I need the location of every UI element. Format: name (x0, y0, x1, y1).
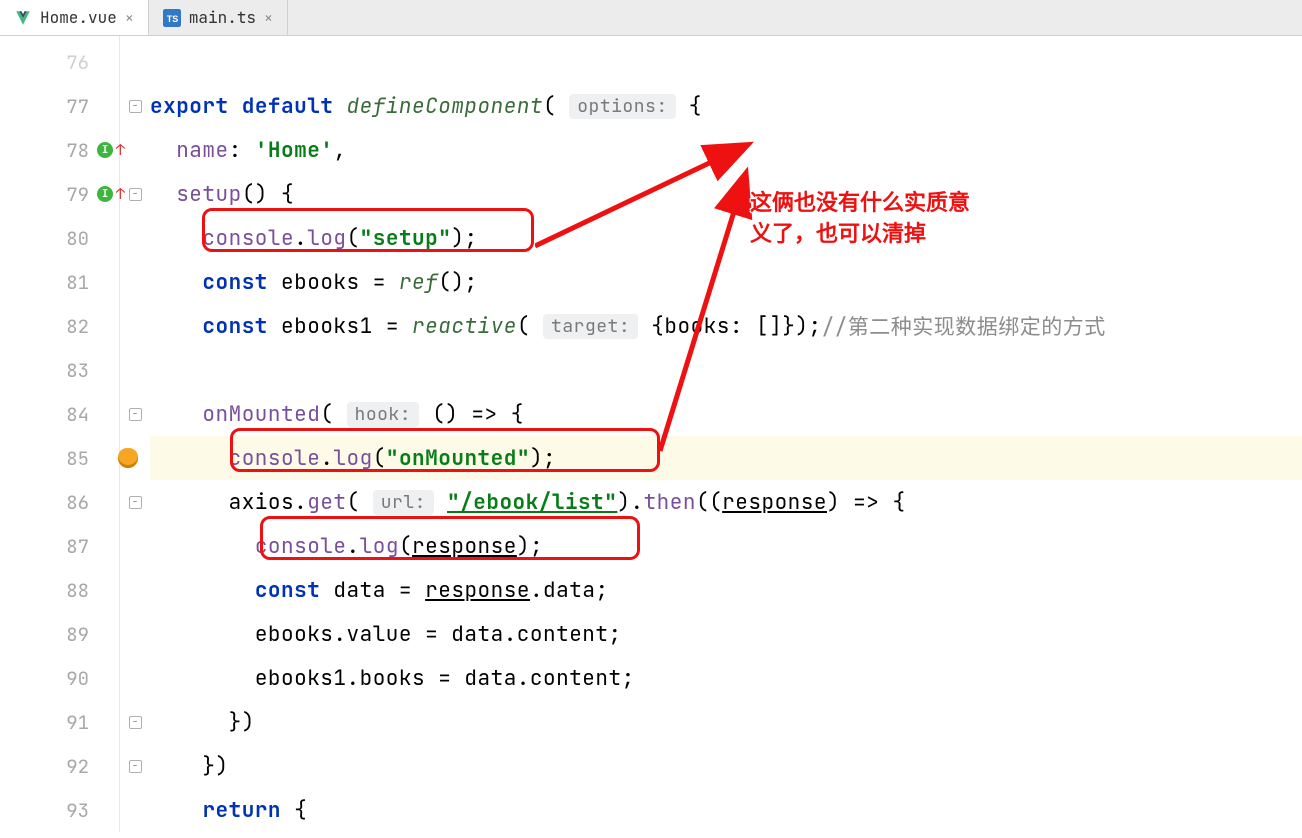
tab-home-vue[interactable]: Home.vue × (0, 0, 149, 35)
line-number: 87 (0, 524, 119, 568)
editor-tabs: Home.vue × TS main.ts × (0, 0, 1302, 36)
code-line: const ebooks = ref(); (150, 260, 1302, 304)
code-line: const data = response.data; (150, 568, 1302, 612)
code-line: onMounted( hook: () => { (150, 392, 1302, 436)
line-number: 83 (0, 348, 119, 392)
code-line (150, 348, 1302, 392)
lightbulb-icon[interactable] (118, 448, 138, 468)
line-number: 77 (0, 84, 119, 128)
code-line: setup() { (150, 172, 1302, 216)
line-number: 79 I ↑ (0, 172, 119, 216)
inspection-marker-icon[interactable]: I (97, 186, 113, 202)
code-line: ebooks.value = data.content; (150, 612, 1302, 656)
code-line: ebooks1.books = data.content; (150, 656, 1302, 700)
line-number: 86 (0, 480, 119, 524)
close-icon[interactable]: × (125, 8, 134, 28)
tab-main-ts[interactable]: TS main.ts × (149, 0, 288, 35)
line-number: 84 (0, 392, 119, 436)
code-area[interactable]: export default defineComponent( options:… (150, 36, 1302, 832)
arrow-up-icon: ↑ (116, 140, 125, 160)
line-number: 81 (0, 260, 119, 304)
line-number: 88 (0, 568, 119, 612)
gutter: 76 77 78 I ↑ 79 I ↑ 80 81 82 83 84 85 86… (0, 36, 120, 832)
fold-toggle-icon[interactable]: − (129, 100, 142, 113)
line-number: 90 (0, 656, 119, 700)
line-number: 85 (0, 436, 119, 480)
fold-toggle-icon[interactable]: − (129, 496, 142, 509)
code-line: }) (150, 700, 1302, 744)
code-line (150, 40, 1302, 84)
code-line: return { (150, 788, 1302, 832)
line-number: 92 (0, 744, 119, 788)
tab-label: Home.vue (40, 7, 117, 28)
line-number: 76 (0, 40, 119, 84)
fold-toggle-icon[interactable]: − (129, 408, 142, 421)
fold-toggle-icon[interactable]: − (129, 760, 142, 773)
code-line: axios.get( url: "/ebook/list").then((res… (150, 480, 1302, 524)
line-number: 91 (0, 700, 119, 744)
arrow-up-icon: ↑ (116, 184, 125, 204)
code-editor[interactable]: 76 77 78 I ↑ 79 I ↑ 80 81 82 83 84 85 86… (0, 36, 1302, 832)
code-line: const ebooks1 = reactive( target: {books… (150, 304, 1302, 348)
line-number: 89 (0, 612, 119, 656)
inspection-marker-icon[interactable]: I (97, 142, 113, 158)
code-line: name: 'Home', (150, 128, 1302, 172)
svg-text:TS: TS (167, 13, 179, 23)
ts-icon: TS (163, 9, 181, 27)
code-line: export default defineComponent( options:… (150, 84, 1302, 128)
close-icon[interactable]: × (264, 8, 273, 28)
fold-toggle-icon[interactable]: − (129, 716, 142, 729)
code-line: console.log(response); (150, 524, 1302, 568)
code-line: console.log("setup"); (150, 216, 1302, 260)
code-line: }) (150, 744, 1302, 788)
line-number: 93 (0, 788, 119, 832)
vue-icon (14, 9, 32, 27)
tab-label: main.ts (189, 7, 256, 28)
line-number: 80 (0, 216, 119, 260)
fold-toggle-icon[interactable]: − (129, 188, 142, 201)
code-line: console.log("onMounted"); (150, 436, 1302, 480)
line-number: 78 I ↑ (0, 128, 119, 172)
line-number: 82 (0, 304, 119, 348)
